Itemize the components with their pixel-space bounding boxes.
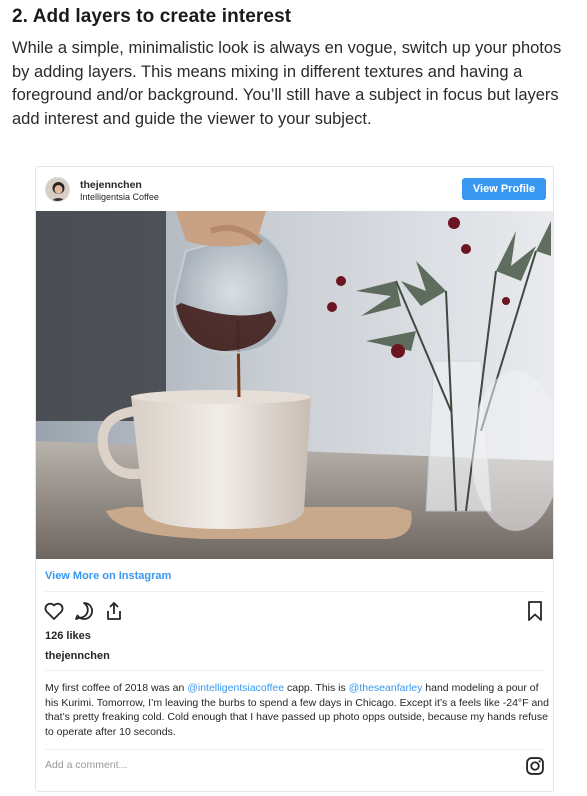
- comment-icon[interactable]: [72, 599, 96, 623]
- likes-count[interactable]: 126 likes: [45, 630, 91, 642]
- instagram-icon[interactable]: [525, 756, 545, 776]
- post-header: thejennchen Intelligentsia Coffee View P…: [36, 167, 553, 211]
- caption-username[interactable]: thejennchen: [45, 650, 110, 662]
- caption-text: capp. This is: [284, 682, 349, 694]
- article-heading: 2. Add layers to create interest: [12, 6, 292, 27]
- post-username[interactable]: thejennchen: [80, 179, 142, 191]
- bookmark-icon[interactable]: [523, 599, 547, 623]
- heart-icon[interactable]: [42, 599, 66, 623]
- comment-input[interactable]: Add a comment...: [45, 759, 127, 771]
- share-icon[interactable]: [102, 599, 126, 623]
- post-location[interactable]: Intelligentsia Coffee: [80, 192, 159, 202]
- action-bar: [36, 597, 553, 627]
- view-more-link[interactable]: View More on Instagram: [45, 570, 171, 582]
- divider: [45, 749, 545, 750]
- divider: [45, 591, 545, 592]
- mention-link[interactable]: @intelligentsiacoffee: [187, 682, 284, 694]
- post-caption: My first coffee of 2018 was an @intellig…: [45, 681, 550, 739]
- instagram-embed: thejennchen Intelligentsia Coffee View P…: [35, 166, 554, 792]
- article-paragraph: While a simple, minimalistic look is alw…: [12, 39, 562, 128]
- avatar[interactable]: [45, 177, 70, 202]
- caption-text: My first coffee of 2018 was an: [45, 682, 188, 694]
- mention-link[interactable]: @theseanfarley: [349, 682, 423, 694]
- view-profile-button[interactable]: View Profile: [462, 178, 546, 200]
- divider: [45, 670, 545, 671]
- post-photo[interactable]: [36, 211, 553, 559]
